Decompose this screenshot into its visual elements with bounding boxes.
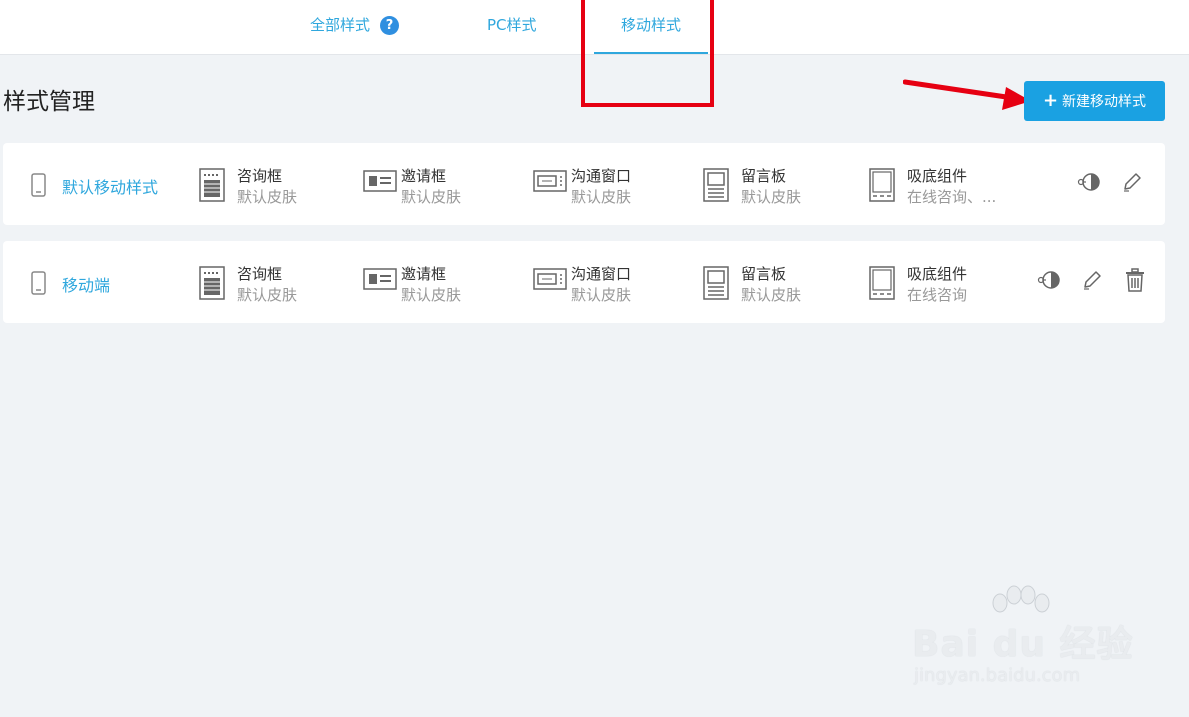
message-board-icon [703,168,729,202]
new-mobile-style-button[interactable]: + 新建移动样式 [1024,81,1165,121]
edit-icon[interactable] [1078,267,1104,293]
bottom-widget-icon [869,168,895,202]
component-skin: 默认皮肤 [237,286,298,304]
style-name-link[interactable]: 移动端 [62,272,110,296]
component-skin: 默认皮肤 [741,188,802,206]
component-name: 吸底组件 [907,265,968,283]
style-row: 默认移动样式 咨询框 默认皮肤 邀请框 默认皮肤 沟通窗口 默认皮肤 留言板 默… [3,143,1165,225]
component-skin: 在线咨询、... [907,188,997,206]
watermark-brand: Bai du 经验 [912,624,1134,665]
component-skin: 默认皮肤 [401,286,462,304]
new-mobile-style-label: 新建移动样式 [1062,94,1147,110]
chat-window-icon [533,170,567,192]
style-name-link[interactable]: 默认移动样式 [62,174,158,198]
annotation-arrow-icon [903,79,1031,110]
component-skin: 在线咨询 [907,286,968,304]
component-name: 留言板 [741,265,787,283]
annotation-highlight-box [581,0,714,107]
component-skin: 默认皮肤 [401,188,462,206]
component-name: 咨询框 [237,265,283,283]
style-row: 移动端 咨询框 默认皮肤 邀请框 默认皮肤 沟通窗口 默认皮肤 留言板 默认皮肤… [3,241,1165,323]
invite-box-icon [363,170,397,192]
component-name: 邀请框 [401,265,447,283]
help-icon[interactable]: ? [380,16,400,35]
delete-icon[interactable] [1122,267,1148,293]
component-name: 沟通窗口 [571,167,632,185]
invite-box-icon [363,268,397,290]
component-skin: 默认皮肤 [571,188,632,206]
component-skin: 默认皮肤 [237,188,298,206]
plus-icon: + [1042,90,1059,111]
bottom-widget-icon [869,266,895,300]
component-name: 咨询框 [237,167,283,185]
component-name: 沟通窗口 [571,265,632,283]
edit-icon[interactable] [1118,169,1144,195]
consult-box-icon [199,168,225,202]
component-name: 邀请框 [401,167,447,185]
watermark-url: jingyan.baidu.com [914,665,1081,686]
page-title: 样式管理 [3,89,95,115]
chat-window-icon [533,268,567,290]
preview-icon[interactable] [1076,169,1102,195]
mobile-phone-icon [31,271,46,295]
tab-all-styles[interactable]: 全部样式? [310,0,400,54]
mobile-phone-icon [31,173,46,197]
preview-icon[interactable] [1036,267,1062,293]
tab-all-styles-label: 全部样式 [310,16,371,34]
message-board-icon [703,266,729,300]
component-name: 吸底组件 [907,167,968,185]
component-skin: 默认皮肤 [571,286,632,304]
tab-pc-styles[interactable]: PC样式 [487,0,537,54]
component-name: 留言板 [741,167,787,185]
consult-box-icon [199,266,225,300]
component-skin: 默认皮肤 [741,286,802,304]
